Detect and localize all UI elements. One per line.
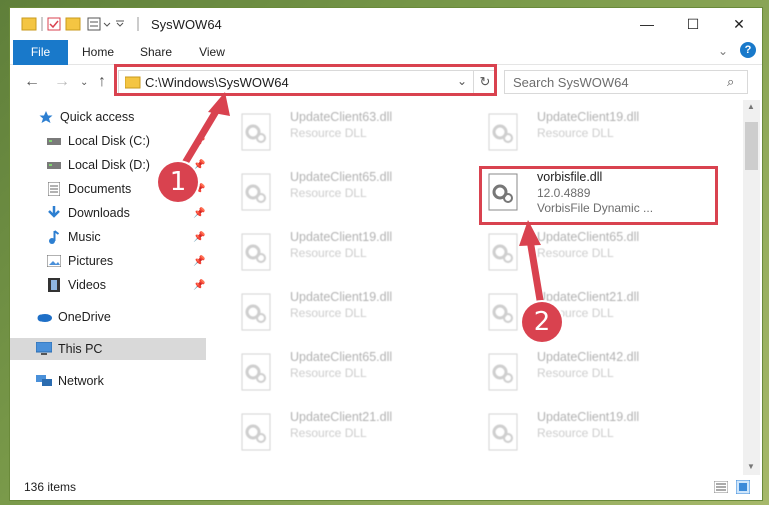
arrow-1 bbox=[178, 104, 222, 172]
step-2-marker: 2 bbox=[522, 302, 562, 342]
arrow-1-head bbox=[208, 92, 230, 116]
annotation-layer bbox=[178, 92, 544, 304]
arrow-2-head bbox=[519, 220, 541, 246]
step-1-marker: 1 bbox=[158, 162, 198, 202]
arrow-2 bbox=[526, 236, 544, 304]
